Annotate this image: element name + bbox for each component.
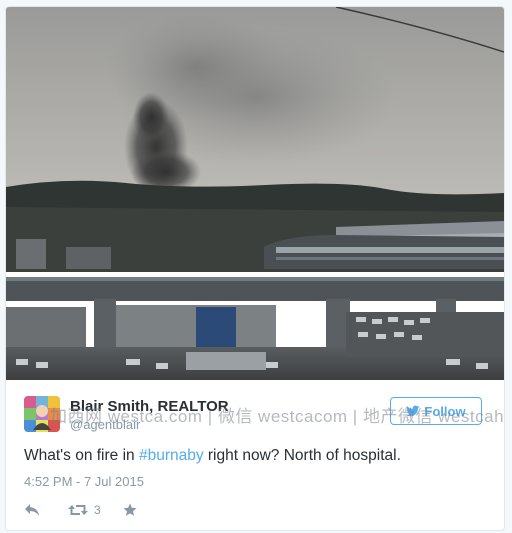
follow-label: Follow xyxy=(424,403,466,419)
favorite-button[interactable] xyxy=(123,503,137,517)
reply-icon xyxy=(25,504,39,516)
author-username[interactable]: @agentblair xyxy=(70,417,140,432)
tweet-timestamp[interactable]: 4:52 PM - 7 Jul 2015 xyxy=(24,474,144,489)
tweet-author[interactable]: Blair Smith, REALTOR @agentblair xyxy=(24,396,384,436)
reply-button[interactable] xyxy=(24,503,40,517)
hashtag-link[interactable]: #burnaby xyxy=(139,447,204,464)
follow-button[interactable]: Follow xyxy=(390,397,482,425)
avatar[interactable] xyxy=(24,396,60,432)
twitter-bird-icon xyxy=(406,405,420,417)
smoke-photo xyxy=(6,7,504,380)
tweet-text-before: What's on fire in xyxy=(24,447,139,464)
tweet-photo[interactable] xyxy=(6,7,504,380)
tweet-card: Blair Smith, REALTOR @agentblair Follow … xyxy=(5,6,505,531)
tweet-text: What's on fire in #burnaby right now? No… xyxy=(24,447,401,465)
author-fullname[interactable]: Blair Smith, REALTOR xyxy=(70,398,229,415)
retweet-icon xyxy=(68,505,88,515)
tweet-actions: 3 xyxy=(24,500,137,520)
retweet-button[interactable]: 3 xyxy=(68,503,101,517)
tweet-text-after: right now? North of hospital. xyxy=(203,447,401,464)
star-icon xyxy=(123,503,137,516)
avatar-image xyxy=(24,396,60,432)
retweet-count: 3 xyxy=(94,503,101,517)
